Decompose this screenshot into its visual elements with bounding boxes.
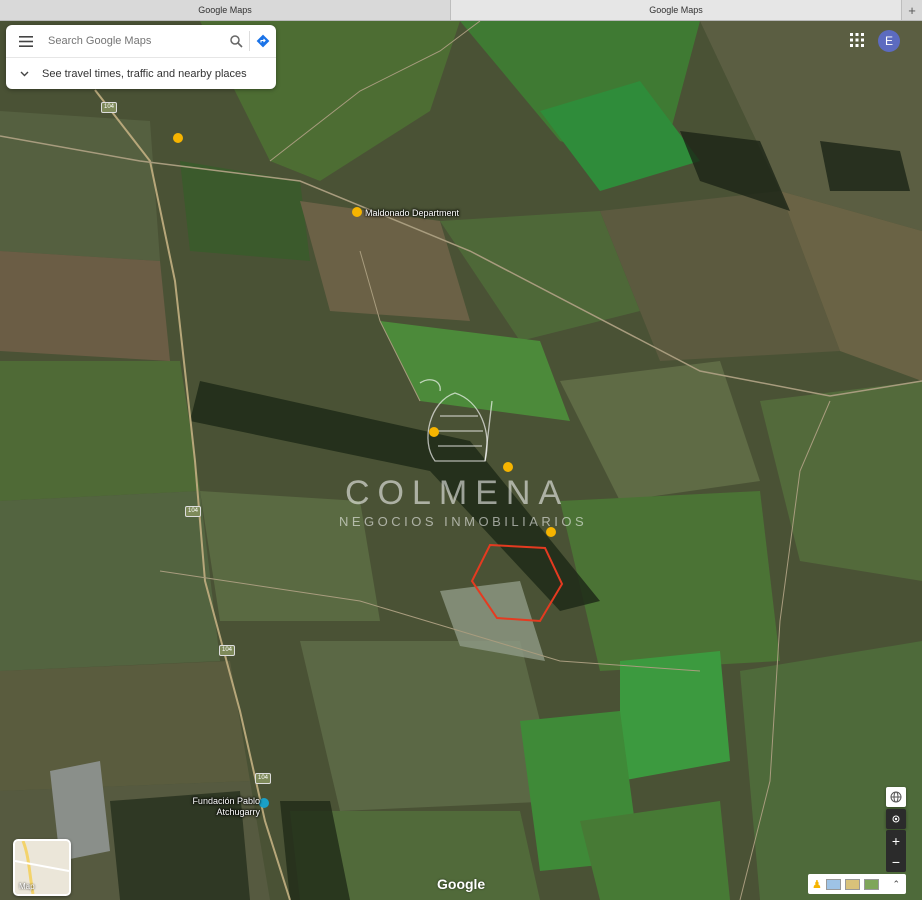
zoom-out-button[interactable]: −	[886, 851, 906, 872]
place-label-maldonado[interactable]: Maldonado Department	[365, 208, 459, 218]
route-shield: 104	[219, 645, 236, 656]
my-location-icon[interactable]	[886, 809, 906, 829]
search-card: See travel times, traffic and nearby pla…	[6, 25, 276, 89]
place-label-fundacion[interactable]: Fundación Pablo Atchugarry	[188, 796, 260, 818]
search-row	[6, 25, 276, 58]
google-logo: Google	[437, 876, 486, 892]
travel-times-text: See travel times, traffic and nearby pla…	[42, 67, 247, 80]
search-input[interactable]	[46, 34, 223, 48]
directions-icon[interactable]	[250, 25, 276, 57]
search-icon[interactable]	[223, 25, 249, 57]
imagery-thumb[interactable]	[863, 878, 879, 890]
map-type-label: Map	[19, 882, 35, 891]
route-shield: 104	[185, 506, 202, 517]
imagery-thumb[interactable]	[825, 878, 841, 890]
globe-icon[interactable]	[886, 787, 906, 807]
imagery-thumb[interactable]	[844, 878, 860, 890]
travel-times-row[interactable]: See travel times, traffic and nearby pla…	[6, 58, 276, 89]
account-avatar[interactable]: E	[878, 30, 900, 52]
chevron-down-icon[interactable]	[6, 71, 42, 77]
route-shield: 104	[255, 773, 272, 784]
menu-icon[interactable]	[6, 25, 46, 57]
browser-tab[interactable]: Google Maps	[0, 0, 451, 20]
satellite-terrain	[0, 21, 922, 900]
pegman-icon[interactable]: ♟	[812, 878, 822, 891]
expand-chevron-icon[interactable]: ⌃	[892, 879, 900, 890]
satellite-map[interactable]: 104 104 104 104 Maldonado Department Fun…	[0, 21, 922, 900]
browser-tab-bar: Google Maps Google Maps +	[0, 0, 922, 21]
watermark-subtitle: NEGOCIOS INMOBILIARIOS	[339, 514, 588, 529]
watermark-title: COLMENA	[345, 474, 570, 512]
route-shield: 104	[101, 102, 118, 113]
browser-tab-active[interactable]: Google Maps	[451, 0, 902, 20]
zoom-controls: + −	[886, 830, 906, 872]
map-type-toggle[interactable]: Map	[13, 839, 71, 896]
zoom-in-button[interactable]: +	[886, 830, 906, 851]
apps-grid-icon[interactable]	[850, 33, 866, 49]
new-tab-button[interactable]: +	[902, 0, 922, 20]
bottom-imagery-strip: ♟ ⌃	[808, 874, 906, 894]
